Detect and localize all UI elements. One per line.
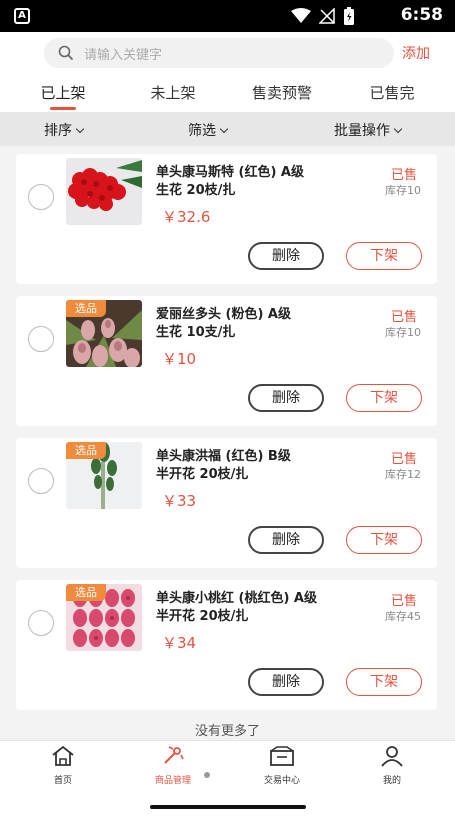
product-image: 选品 [66, 584, 142, 651]
product-image [66, 158, 142, 225]
nav-trade-label: 交易中心 [263, 776, 300, 786]
chevron-down-icon [75, 124, 85, 134]
selection-badge: 选品 [66, 442, 106, 459]
product-title: 爱丽丝多头 (粉色) A级 [156, 307, 291, 322]
take-off-shelf-button[interactable]: 下架 [346, 668, 422, 696]
batch-operation-dropdown[interactable]: 批量操作 [334, 120, 403, 140]
status-tabs: 已上架 未上架 售卖预警 已售完 [0, 72, 455, 112]
product-icon [164, 746, 184, 764]
product-spec: 半开花 20枝/扎 [156, 467, 249, 482]
tab-off-shelf[interactable]: 未上架 [128, 82, 218, 103]
nav-home[interactable]: 首页 [18, 745, 108, 786]
product-name: 爱丽丝多头 (粉色) A级 生花 10支/扎 [156, 306, 376, 342]
search-header: 请输入关键字 添加 [0, 32, 455, 72]
product-title: 单头康洪福 (红色) B级 [156, 449, 291, 464]
product-image: 选品 [66, 300, 142, 367]
clock: 6:58 [400, 5, 443, 25]
nav-trade-center[interactable]: 交易中心 [237, 745, 327, 786]
sale-status: 已售 [390, 594, 417, 609]
battery-icon [344, 7, 354, 25]
product-price: ￥33 [162, 492, 197, 510]
select-radio[interactable] [28, 184, 54, 210]
stock-count: 库存45 [385, 610, 421, 623]
search-icon [58, 45, 74, 61]
product-name: 单头康小桃红 (桃红色) A级 半开花 20枝/扎 [156, 590, 376, 626]
chevron-down-icon [393, 124, 403, 134]
tab-on-shelf[interactable]: 已上架 [18, 82, 108, 103]
nav-mine[interactable]: 我的 [347, 745, 437, 786]
filter-label: 筛选 [188, 123, 216, 139]
notification-icon: A [14, 8, 30, 24]
home-icon [52, 745, 74, 766]
batch-label: 批量操作 [334, 123, 390, 139]
search-input[interactable]: 请输入关键字 [44, 38, 394, 68]
select-radio[interactable] [28, 326, 54, 352]
add-button[interactable]: 添加 [402, 43, 430, 63]
product-card: 单头康马斯特 (红色) A级 生花 20枝/扎 ￥32.6 已售 库存10 删除… [16, 154, 437, 284]
home-indicator [150, 805, 306, 809]
stock-count: 库存10 [385, 326, 421, 339]
no-more-text: 没有更多了 [194, 724, 260, 739]
indicator-dot [204, 772, 210, 778]
status-bar: A 6:58 [0, 0, 455, 32]
delete-button[interactable]: 删除 [248, 384, 324, 412]
tab-sale-warning[interactable]: 售卖预警 [237, 82, 327, 103]
signal-icon [319, 8, 335, 24]
delete-button[interactable]: 删除 [248, 526, 324, 554]
take-off-shelf-button[interactable]: 下架 [346, 384, 422, 412]
screen: A 6:58 请输入关键字 添加 已上架 未上架 售卖预警 已售完 排序 筛选 … [0, 0, 455, 816]
search-placeholder: 请输入关键字 [84, 48, 163, 63]
nav-home-label: 首页 [53, 776, 72, 786]
delete-button[interactable]: 删除 [248, 668, 324, 696]
active-tab-indicator [50, 107, 76, 110]
sale-status: 已售 [390, 168, 417, 183]
nav-mine-label: 我的 [382, 776, 401, 786]
selection-badge: 选品 [66, 300, 106, 317]
chevron-down-icon [219, 124, 229, 134]
delete-button[interactable]: 删除 [248, 242, 324, 270]
stock-count: 库存12 [385, 468, 421, 481]
nav-product-management[interactable]: 商品管理 [128, 745, 218, 786]
tab-sold-out[interactable]: 已售完 [347, 82, 437, 103]
sort-dropdown[interactable]: 排序 [44, 120, 85, 140]
product-title: 单头康马斯特 (红色) A级 [156, 165, 304, 180]
product-name: 单头康马斯特 (红色) A级 生花 20枝/扎 [156, 164, 376, 200]
bottom-nav: 首页 商品管理 交易中心 我的 [0, 740, 455, 816]
stock-count: 库存10 [385, 184, 421, 197]
product-title: 单头康小桃红 (桃红色) A级 [156, 591, 317, 606]
filter-dropdown[interactable]: 筛选 [188, 120, 229, 140]
sale-status: 已售 [390, 310, 417, 325]
product-spec: 半开花 20枝/扎 [156, 609, 249, 624]
product-spec: 生花 10支/扎 [156, 325, 236, 340]
product-name: 单头康洪福 (红色) B级 半开花 20枝/扎 [156, 448, 376, 484]
select-radio[interactable] [28, 468, 54, 494]
sale-status: 已售 [390, 452, 417, 467]
product-price: ￥34 [162, 634, 197, 652]
status-icons [291, 6, 355, 26]
wifi-icon [291, 8, 311, 23]
select-radio[interactable] [28, 610, 54, 636]
trade-icon [270, 746, 294, 766]
product-price: ￥32.6 [162, 208, 211, 226]
user-icon [381, 746, 403, 767]
sort-label: 排序 [44, 123, 72, 139]
product-image: 选品 [66, 442, 142, 509]
product-card: 选品 单头康小桃红 (桃红色) A级 半开花 20枝/扎 ￥34 已售 库存45… [16, 580, 437, 710]
filter-bar: 排序 筛选 批量操作 [0, 112, 455, 146]
product-card: 选品 单头康洪福 (红色) B级 半开花 20枝/扎 ￥33 已售 库存12 删… [16, 438, 437, 568]
product-spec: 生花 20枝/扎 [156, 183, 236, 198]
take-off-shelf-button[interactable]: 下架 [346, 242, 422, 270]
take-off-shelf-button[interactable]: 下架 [346, 526, 422, 554]
product-price: ￥10 [162, 350, 197, 368]
product-card: 选品 爱丽丝多头 (粉色) A级 生花 10支/扎 ￥10 已售 库存10 删除… [16, 296, 437, 426]
selection-badge: 选品 [66, 584, 106, 601]
